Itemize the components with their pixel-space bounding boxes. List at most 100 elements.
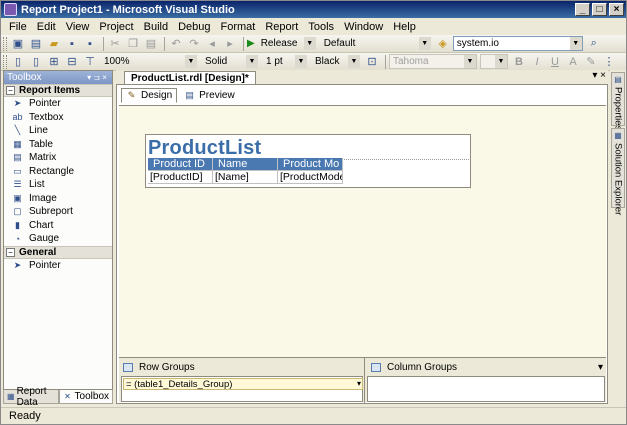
- collapse-icon[interactable]: −: [6, 247, 15, 257]
- border-color-select[interactable]: Black ▼: [311, 54, 361, 69]
- chevron-down-icon[interactable]: ▼: [295, 55, 307, 68]
- toolbox-item-chart[interactable]: ▮ Chart: [4, 219, 112, 233]
- document-window-controls[interactable]: ▾ ×: [592, 70, 606, 81]
- tab-solution-explorer[interactable]: ▦ Solution Explorer: [611, 128, 625, 215]
- chevron-down-icon[interactable]: ▼: [185, 55, 197, 68]
- menu-edit[interactable]: Edit: [37, 21, 56, 33]
- cut-icon[interactable]: ✂: [107, 36, 123, 52]
- menu-format[interactable]: Format: [221, 21, 256, 33]
- find-in-files-icon[interactable]: ◈: [435, 36, 451, 52]
- solution-platform-select[interactable]: Default ▼: [320, 36, 432, 51]
- category-general[interactable]: − General: [4, 245, 112, 259]
- toolbar-options-icon[interactable]: ⋮: [601, 54, 617, 70]
- tab-toolbox[interactable]: ✕ Toolbox: [58, 390, 113, 404]
- menu-report[interactable]: Report: [265, 21, 298, 33]
- toolbox-item-rectangle[interactable]: ▭ Rectangle: [4, 165, 112, 179]
- grid-icon[interactable]: ⊟: [64, 54, 80, 70]
- menu-help[interactable]: Help: [393, 21, 416, 33]
- chevron-down-icon[interactable]: ▼: [464, 55, 476, 68]
- collapse-icon[interactable]: −: [6, 86, 15, 95]
- font-color-button[interactable]: A: [565, 54, 581, 70]
- border-width-select[interactable]: 1 pt ▼: [262, 54, 308, 69]
- toolbox-item-list[interactable]: ☰ List: [4, 178, 112, 192]
- borders-icon[interactable]: ⊡: [364, 54, 380, 70]
- font-size-select[interactable]: ▼: [480, 54, 508, 69]
- report-table[interactable]: Product ID Name Product Mo [ProductID] […: [148, 158, 344, 184]
- grouping-splitter[interactable]: [364, 358, 365, 403]
- redo-icon[interactable]: ↷: [186, 36, 202, 52]
- table-cell[interactable]: [Name]: [213, 171, 278, 184]
- table-cell[interactable]: [ProductModel]: [278, 171, 343, 184]
- chevron-down-icon[interactable]: ▼: [246, 55, 258, 68]
- ruler-icon[interactable]: ⊞: [46, 54, 62, 70]
- save-all-icon[interactable]: ▪: [82, 36, 98, 52]
- open-folder-icon[interactable]: ▰: [46, 36, 62, 52]
- tab-productlist-design[interactable]: ProductList.rdl [Design]*: [124, 71, 256, 84]
- menu-view[interactable]: View: [66, 21, 90, 33]
- zoom-select[interactable]: 100% ▼: [100, 54, 198, 69]
- category-report-items[interactable]: − Report Items: [4, 84, 112, 97]
- save-icon[interactable]: ▪: [64, 36, 80, 52]
- toolbar-grip[interactable]: [3, 54, 7, 69]
- italic-button[interactable]: I: [529, 54, 545, 70]
- toolbox-item-image[interactable]: ▣ Image: [4, 192, 112, 206]
- navigate-back-icon[interactable]: ◂: [204, 36, 220, 52]
- page-icon[interactable]: ▯: [10, 54, 26, 70]
- chevron-down-icon[interactable]: ▾: [357, 379, 361, 388]
- tab-report-data[interactable]: ▦ Report Data: [3, 386, 59, 408]
- undo-icon[interactable]: ↶: [168, 36, 184, 52]
- chevron-down-icon[interactable]: ▼: [348, 55, 360, 68]
- border-style-select[interactable]: Solid ▼: [201, 54, 259, 69]
- toolbox-item-pointer[interactable]: ➤ Pointer: [4, 97, 112, 111]
- chevron-down-icon[interactable]: ▾: [598, 362, 603, 373]
- toolbox-item-subreport[interactable]: ▢ Subreport: [4, 205, 112, 219]
- chevron-down-icon[interactable]: ▼: [495, 55, 507, 68]
- table-header-cell[interactable]: Name: [213, 158, 278, 171]
- solution-configuration-select[interactable]: Release ▼: [257, 36, 317, 51]
- menu-project[interactable]: Project: [99, 21, 133, 33]
- chevron-down-icon[interactable]: ▼: [418, 37, 431, 50]
- table-header-cell[interactable]: Product Mo: [278, 158, 343, 171]
- menu-file[interactable]: File: [9, 21, 27, 33]
- row-group-item[interactable]: = (table1_Details_Group) ▾: [123, 378, 363, 390]
- zoom-icon[interactable]: ⊤: [82, 54, 98, 70]
- menu-debug[interactable]: Debug: [178, 21, 210, 33]
- toolbox-item-pointer[interactable]: ➤ Pointer: [4, 259, 112, 273]
- start-debugging-icon[interactable]: ▶: [247, 38, 255, 49]
- menu-window[interactable]: Window: [344, 21, 383, 33]
- find-icon[interactable]: ⌕: [586, 36, 602, 52]
- menu-tools[interactable]: Tools: [308, 21, 334, 33]
- toolbox-item-gauge[interactable]: ◔ Gauge: [4, 232, 112, 246]
- report-body[interactable]: ProductList Product ID Name Product Mo […: [145, 134, 471, 188]
- report-title-textbox[interactable]: ProductList: [148, 137, 261, 160]
- navigate-forward-icon[interactable]: ▸: [222, 36, 238, 52]
- highlight-icon[interactable]: ✎: [583, 54, 599, 70]
- add-item-icon[interactable]: ▤: [28, 36, 44, 52]
- page-copy-icon[interactable]: ▯: [28, 54, 44, 70]
- bold-button[interactable]: B: [511, 54, 527, 70]
- tab-preview[interactable]: ▤ Preview: [179, 88, 240, 103]
- table-header-cell[interactable]: Product ID: [148, 158, 213, 171]
- close-button[interactable]: ×: [609, 3, 624, 16]
- chevron-down-icon[interactable]: ▼: [569, 37, 582, 50]
- minimize-button[interactable]: _: [575, 3, 590, 16]
- toolbox-item-matrix[interactable]: ▤ Matrix: [4, 151, 112, 165]
- find-combo[interactable]: system.io ▼: [452, 36, 583, 51]
- menu-build[interactable]: Build: [144, 21, 168, 33]
- copy-icon[interactable]: ❐: [125, 36, 141, 52]
- table-cell[interactable]: [ProductID]: [148, 171, 213, 184]
- toolbox-window-controls[interactable]: ▾ ⊐ ×: [82, 73, 112, 82]
- font-select[interactable]: Tahoma ▼: [389, 54, 477, 69]
- new-project-icon[interactable]: ▣: [10, 36, 26, 52]
- chevron-down-icon[interactable]: ▼: [303, 37, 316, 50]
- tab-properties[interactable]: ▤ Properties: [611, 72, 625, 130]
- tab-design[interactable]: ✎ Design: [121, 88, 178, 103]
- toolbox-item-line[interactable]: ╲ Line: [4, 124, 112, 138]
- maximize-button[interactable]: □: [592, 3, 607, 16]
- toolbox-item-textbox[interactable]: ab Textbox: [4, 111, 112, 125]
- design-surface[interactable]: ProductList Product ID Name Product Mo […: [119, 105, 606, 357]
- toolbar-grip[interactable]: [3, 36, 7, 51]
- underline-button[interactable]: U: [547, 54, 563, 70]
- toolbox-item-table[interactable]: ▦ Table: [4, 138, 112, 152]
- paste-icon[interactable]: ▤: [143, 36, 159, 52]
